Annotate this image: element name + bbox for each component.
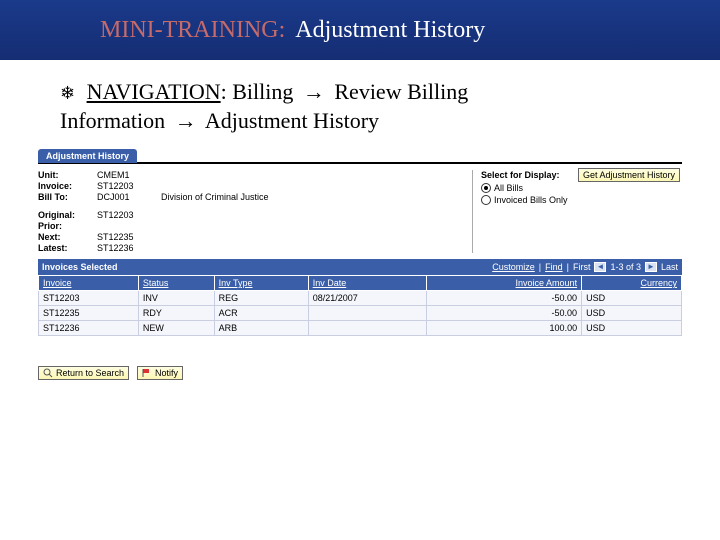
cell-invdate	[308, 321, 427, 336]
get-adjustment-history-button[interactable]: Get Adjustment History	[578, 168, 680, 182]
grid-title: Invoices Selected	[42, 262, 118, 272]
col-currency[interactable]: Currency	[582, 276, 682, 291]
nav-p4: Adjustment History	[205, 108, 379, 133]
tab-adjustment-history[interactable]: Adjustment History	[38, 149, 137, 163]
pager-text: 1-3 of 3	[610, 262, 641, 272]
cell-invtype: REG	[214, 291, 308, 306]
arrow-icon: →	[303, 79, 325, 104]
return-label: Return to Search	[56, 368, 124, 378]
billto-code: DCJ001	[97, 192, 157, 202]
cell-invtype: ARB	[214, 321, 308, 336]
find-link[interactable]: Find	[545, 262, 563, 272]
banner-prefix: MINI-TRAINING:	[100, 17, 285, 44]
table-row: ST12236 NEW ARB 100.00 USD	[39, 321, 682, 336]
cell-invtype: ACR	[214, 306, 308, 321]
customize-link[interactable]: Customize	[492, 262, 535, 272]
cell-status: NEW	[138, 321, 214, 336]
header-info: Unit: CMEM1 Invoice: ST12203 Bill To: DC…	[38, 170, 269, 253]
flag-icon	[142, 368, 152, 378]
billto-name: Division of Criminal Justice	[161, 192, 269, 202]
nav-p1: Billing	[232, 79, 293, 104]
cell-status: INV	[138, 291, 214, 306]
first-label: First	[573, 262, 591, 272]
radio-icon	[481, 195, 491, 205]
return-to-search-button[interactable]: Return to Search	[38, 366, 129, 380]
cell-invoice: ST12203	[39, 291, 139, 306]
pager-next-button[interactable]: ►	[645, 262, 657, 272]
nav-label: NAVIGATION	[87, 79, 221, 104]
table-row: ST12203 INV REG 08/21/2007 -50.00 USD	[39, 291, 682, 306]
col-amount[interactable]: Invoice Amount	[427, 276, 582, 291]
radio-icon	[481, 183, 491, 193]
pager-prev-button[interactable]: ◄	[594, 262, 606, 272]
display-select-panel: Get Adjustment History Select for Displa…	[472, 170, 682, 253]
cell-currency: USD	[582, 321, 682, 336]
original-value: ST12203	[97, 210, 157, 220]
col-invoice[interactable]: Invoice	[39, 276, 139, 291]
unit-value: CMEM1	[97, 170, 157, 180]
radio-all-label: All Bills	[494, 183, 523, 193]
cell-currency: USD	[582, 291, 682, 306]
col-invdate[interactable]: Inv Date	[308, 276, 427, 291]
invoice-value: ST12203	[97, 181, 157, 191]
banner-title: Adjustment History	[295, 17, 485, 44]
next-label: Next:	[38, 232, 93, 242]
table-row: ST12235 RDY ACR -50.00 USD	[39, 306, 682, 321]
unit-label: Unit:	[38, 170, 93, 180]
arrow-icon: →	[175, 108, 197, 133]
nav-p3: Information	[60, 108, 165, 133]
app-screenshot: Adjustment History Unit: CMEM1 Invoice: …	[38, 149, 682, 380]
next-value: ST12235	[97, 232, 157, 242]
cell-currency: USD	[582, 306, 682, 321]
latest-label: Latest:	[38, 243, 93, 253]
col-invtype[interactable]: Inv Type	[214, 276, 308, 291]
latest-value: ST12236	[97, 243, 157, 253]
cell-invdate: 08/21/2007	[308, 291, 427, 306]
radio-inv-label: Invoiced Bills Only	[494, 195, 568, 205]
invoice-label: Invoice:	[38, 181, 93, 191]
prior-value	[97, 221, 157, 231]
original-label: Original:	[38, 210, 93, 220]
cell-amount: -50.00	[427, 306, 582, 321]
cell-status: RDY	[138, 306, 214, 321]
grid-header-bar: Invoices Selected Customize | Find | Fir…	[38, 259, 682, 275]
radio-invoiced-only[interactable]: Invoiced Bills Only	[481, 194, 680, 206]
cell-invdate	[308, 306, 427, 321]
cell-invoice: ST12236	[39, 321, 139, 336]
prior-label: Prior:	[38, 221, 93, 231]
radio-all-bills[interactable]: All Bills	[481, 182, 680, 194]
navigation-text: ❄ NAVIGATION: Billing → Review Billing I…	[0, 60, 720, 145]
last-label: Last	[661, 262, 678, 272]
cell-amount: -50.00	[427, 291, 582, 306]
snowflake-bullet-icon: ❄	[60, 83, 75, 103]
invoices-table: Invoice Status Inv Type Inv Date Invoice…	[38, 275, 682, 336]
slide-banner: MINI-TRAINING: Adjustment History	[0, 0, 720, 60]
search-icon	[43, 368, 53, 378]
nav-p2: Review Billing	[334, 79, 468, 104]
billto-label: Bill To:	[38, 192, 93, 202]
notify-label: Notify	[155, 368, 178, 378]
cell-amount: 100.00	[427, 321, 582, 336]
cell-invoice: ST12235	[39, 306, 139, 321]
col-status[interactable]: Status	[138, 276, 214, 291]
notify-button[interactable]: Notify	[137, 366, 183, 380]
